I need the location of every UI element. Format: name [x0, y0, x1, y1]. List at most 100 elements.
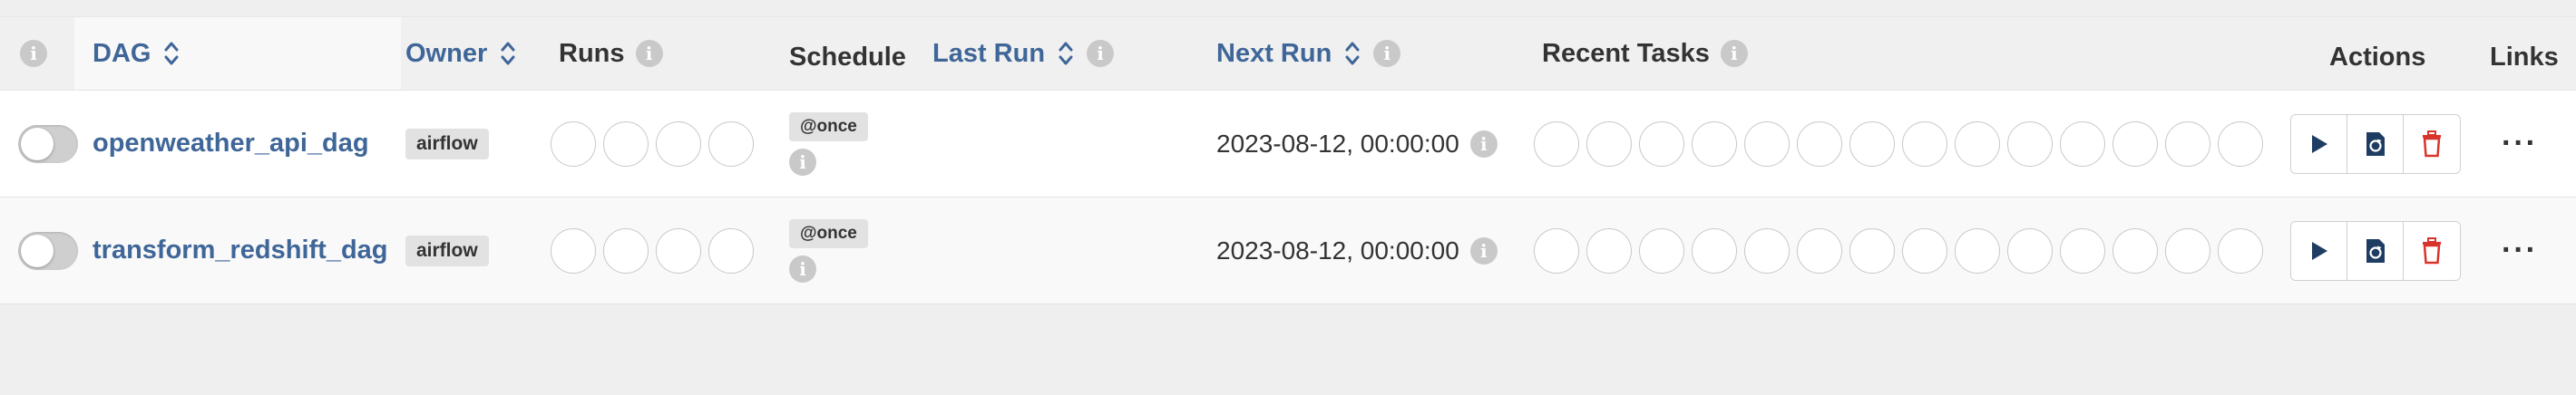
task-status-circle[interactable]	[2113, 120, 2158, 167]
header-recent-tasks: Recent Tasks i	[1542, 17, 1748, 90]
header-schedule: Schedule	[789, 21, 906, 93]
table-row: openweather_api_dag airflow @once i 2023…	[0, 90, 2576, 197]
sort-icon[interactable]	[500, 39, 516, 68]
task-status-circle[interactable]	[2218, 120, 2263, 167]
task-status-circle[interactable]	[1692, 120, 1737, 167]
info-icon[interactable]: i	[1087, 40, 1115, 67]
owner-tag[interactable]: airflow	[405, 235, 489, 266]
toggle-knob	[21, 234, 54, 267]
schedule-cell: @once i	[789, 198, 868, 303]
delete-dag-button[interactable]	[2404, 114, 2460, 173]
play-icon	[2311, 241, 2327, 260]
header-dag-label[interactable]: DAG	[93, 39, 151, 69]
task-status-circle[interactable]	[1586, 120, 1632, 167]
run-status-circle[interactable]	[708, 120, 754, 167]
info-icon[interactable]: i	[1469, 130, 1498, 158]
header-next-run-label[interactable]: Next Run	[1216, 39, 1332, 69]
trigger-dag-button[interactable]	[2291, 221, 2347, 280]
schedule-badge[interactable]: @once	[789, 218, 868, 248]
header-next-run[interactable]: Next Run i	[1216, 17, 1401, 90]
dag-link[interactable]: transform_redshift_dag	[93, 236, 388, 265]
run-status-circle[interactable]	[551, 120, 596, 167]
run-status-circle[interactable]	[603, 227, 649, 274]
actions-cell	[2290, 91, 2461, 197]
toggle-switch[interactable]	[18, 124, 78, 163]
toggle-switch[interactable]	[18, 231, 78, 270]
task-status-circle[interactable]	[1955, 227, 2000, 274]
task-status-circle[interactable]	[2007, 120, 2053, 167]
task-status-circle[interactable]	[1744, 120, 1790, 167]
next-run-value: 2023-08-12, 00:00:00	[1216, 236, 1459, 265]
task-status-circle[interactable]	[1586, 227, 1632, 274]
trigger-dag-button[interactable]	[2291, 114, 2347, 173]
sort-icon[interactable]	[1344, 39, 1361, 68]
run-status-circle[interactable]	[656, 120, 701, 167]
info-icon[interactable]: i	[789, 255, 816, 283]
header-dag[interactable]: DAG	[93, 17, 180, 90]
task-status-circle[interactable]	[1797, 227, 1842, 274]
header-last-run-label[interactable]: Last Run	[932, 39, 1045, 69]
task-status-circle[interactable]	[1639, 120, 1684, 167]
owner-cell: airflow	[405, 198, 489, 303]
refresh-file-icon	[2366, 131, 2385, 156]
owner-cell: airflow	[405, 91, 489, 197]
run-status-circle[interactable]	[656, 227, 701, 274]
owner-tag[interactable]: airflow	[405, 128, 489, 159]
task-status-circle[interactable]	[1744, 227, 1790, 274]
header-last-run[interactable]: Last Run i	[932, 17, 1115, 90]
task-status-circle[interactable]	[1797, 120, 1842, 167]
toggle-knob	[21, 127, 54, 160]
runs-cell	[551, 198, 761, 303]
play-icon	[2311, 134, 2327, 153]
pause-toggle[interactable]	[18, 91, 78, 197]
delete-dag-button[interactable]	[2404, 221, 2460, 280]
task-status-circle[interactable]	[1955, 120, 2000, 167]
task-status-circle[interactable]	[1902, 120, 1947, 167]
info-icon[interactable]: i	[635, 40, 663, 67]
refresh-dag-button[interactable]	[2347, 221, 2404, 280]
runs-cell	[551, 91, 761, 197]
schedule-badge[interactable]: @once	[789, 111, 868, 141]
sort-icon[interactable]	[1058, 39, 1074, 68]
header-recent-tasks-label: Recent Tasks	[1542, 38, 1710, 68]
task-status-circle[interactable]	[1639, 227, 1684, 274]
dag-link[interactable]: openweather_api_dag	[93, 129, 369, 159]
recent-tasks-cell	[1534, 91, 2270, 197]
run-status-circle[interactable]	[708, 227, 754, 274]
more-links-button[interactable]: ···	[2502, 233, 2538, 268]
info-icon[interactable]: i	[20, 40, 47, 67]
task-status-circle[interactable]	[2113, 227, 2158, 274]
header-owner[interactable]: Owner	[405, 17, 516, 90]
task-status-circle[interactable]	[1534, 120, 1579, 167]
info-icon[interactable]: i	[789, 148, 816, 176]
task-status-circle[interactable]	[1534, 227, 1579, 274]
sort-icon[interactable]	[163, 39, 180, 68]
refresh-dag-button[interactable]	[2347, 114, 2404, 173]
info-icon[interactable]: i	[1720, 40, 1748, 67]
header-runs: Runs i	[559, 17, 663, 90]
header-schedule-label: Schedule	[789, 42, 906, 72]
action-button-group	[2290, 113, 2461, 174]
schedule-cell: @once i	[789, 91, 868, 197]
info-icon[interactable]: i	[1373, 40, 1401, 67]
task-status-circle[interactable]	[2165, 120, 2210, 167]
task-status-circle[interactable]	[1849, 120, 1895, 167]
table-row: transform_redshift_dag airflow @once i 2…	[0, 197, 2576, 304]
task-status-circle[interactable]	[1849, 227, 1895, 274]
task-status-circle[interactable]	[2165, 227, 2210, 274]
more-links-button[interactable]: ···	[2502, 126, 2538, 161]
header-owner-label[interactable]: Owner	[405, 39, 487, 69]
task-status-circle[interactable]	[2060, 120, 2105, 167]
info-icon[interactable]: i	[1469, 236, 1498, 265]
table-header: i DAG Owner Runs i Schedule Last Run i N…	[0, 16, 2576, 90]
task-status-circle[interactable]	[1692, 227, 1737, 274]
run-status-circle[interactable]	[603, 120, 649, 167]
task-status-circle[interactable]	[2007, 227, 2053, 274]
pause-toggle[interactable]	[18, 198, 78, 303]
header-runs-label: Runs	[559, 38, 625, 68]
dag-id-cell: openweather_api_dag	[93, 91, 369, 197]
task-status-circle[interactable]	[1902, 227, 1947, 274]
task-status-circle[interactable]	[2218, 227, 2263, 274]
run-status-circle[interactable]	[551, 227, 596, 274]
task-status-circle[interactable]	[2060, 227, 2105, 274]
